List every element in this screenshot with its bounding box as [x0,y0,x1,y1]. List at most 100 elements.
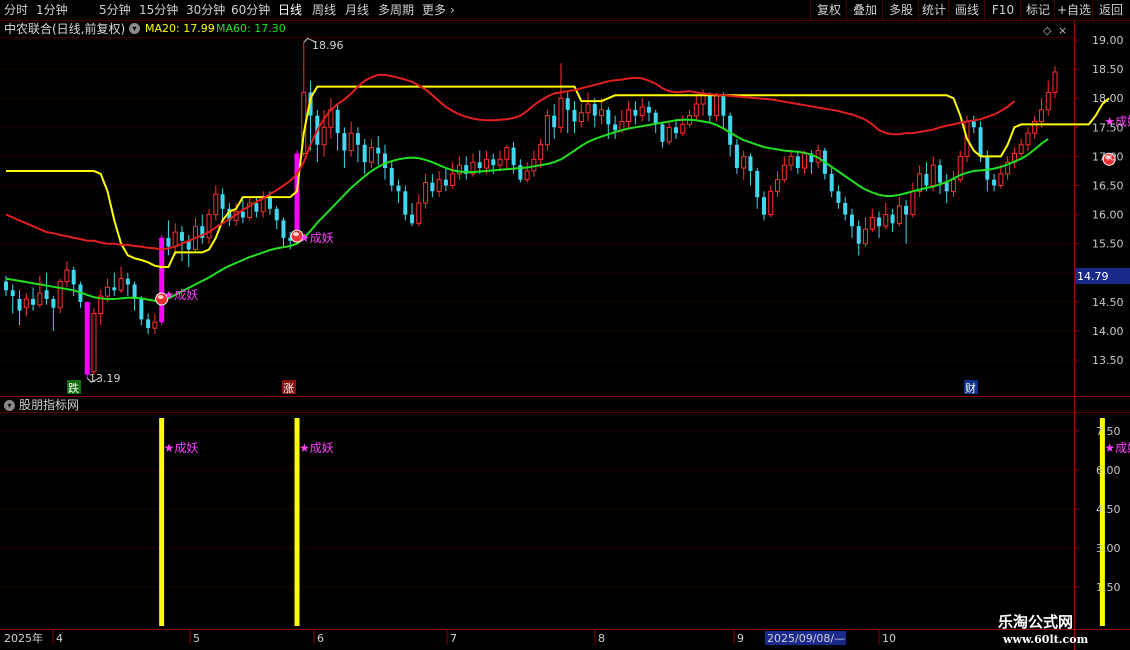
candle-body-up [23,298,29,309]
candle-body-up [1045,91,1051,111]
ind-y-tick-label: 1.50 [1096,581,1121,594]
candle-body-up [524,170,530,181]
ind-y-tick-label: 7.50 [1096,425,1121,438]
candle-body-up [700,94,706,105]
candle-body [477,162,482,169]
diamond-icon[interactable]: ◇ [1043,24,1052,37]
candle-body-up [152,321,158,329]
candle-body-up [558,97,564,128]
ind-y-tick-label: 6.00 [1096,464,1121,477]
candle-body-up [105,286,111,297]
candle-body [335,109,340,134]
indicator-signal-label: ★成妖 [1104,441,1130,455]
x-tick-label: 8 [598,632,605,645]
candle-body-up [538,144,544,160]
current-price: 14.79 [1077,270,1109,283]
candle-body-up [450,173,456,187]
candle-body-up [91,313,97,373]
ma-line-ma60 [5,73,1016,251]
candle-body-up [950,179,956,192]
x-tick-label: 4 [56,632,63,645]
y-tick-label: 15.50 [1092,238,1124,251]
x-tick-label: 6 [317,632,324,645]
candle-body [443,179,448,186]
candle-body [674,127,679,134]
watermark-title: 乐淘公式网 [998,613,1074,631]
candle-body-up [781,164,787,181]
tag-fall[interactable]: 跌 [68,381,79,395]
candle-body-up [484,158,490,169]
candle-body-up [64,269,70,283]
candle-body-up [1038,109,1044,122]
candle-body [267,197,272,209]
candle-body [565,98,570,110]
candle-body [362,144,367,163]
candle-body [125,278,130,285]
candle-body-up [423,182,429,204]
candle-body [606,109,611,125]
candle-body [166,237,171,247]
candle-body-up [368,147,374,163]
candle-body-up [775,179,781,192]
candle-body [721,95,726,116]
candle-body [430,182,435,192]
candle-body [254,202,259,212]
candle-body-up [57,281,63,309]
y-tick-label: 14.00 [1092,325,1124,338]
low-price-label: 13.19 [89,372,121,385]
candle-body [31,298,36,305]
tag-finance[interactable]: 财 [965,381,976,395]
candle-body-up [118,278,124,291]
candle-body [978,127,983,157]
candle-body [220,194,225,209]
candle-body-up [599,109,605,117]
x-tick-label: 2025/09/08/— [767,632,845,645]
high-price-label: 18.96 [312,39,344,52]
candle-body [613,124,618,131]
candle-body-up [883,214,889,227]
candle-body-up [497,158,503,166]
candle-body [71,269,76,285]
candle-body [761,197,766,215]
candle-body-up [666,126,672,143]
candle-body-up [680,123,686,134]
candle-body-up [578,112,584,122]
candle-body-up [348,132,354,152]
candle-body-up [863,228,869,245]
candle-body-up [1032,120,1038,134]
candle-body-up [714,94,720,117]
candle-body [944,182,949,192]
candle-body [992,179,997,186]
signal-label: ★成妖 [164,288,199,302]
candle-body-up [788,155,794,166]
candle-body [4,281,8,291]
candle-body [294,153,300,241]
candle-body-up [910,190,916,216]
candle-body [890,214,895,224]
candle-body-up [1052,71,1058,93]
candle-body [491,159,496,166]
candle-body-up [626,109,632,122]
watermark-url: www.60lt.com [1003,633,1089,646]
candle-body [51,298,56,308]
close-x-icon[interactable]: × [1058,24,1067,37]
y-tick-label: 18.50 [1092,63,1124,76]
candle-body [410,214,415,224]
candle-body [179,232,184,241]
candle-body [240,211,245,218]
indicator-plot: ★成妖 ★成妖 ★成妖 [159,418,1130,626]
candle-body [795,156,800,169]
candle-body [342,133,347,151]
ind-y-tick-label: 3.00 [1096,542,1121,555]
candle-body-up [768,190,774,216]
y-tick-label: 17.50 [1092,121,1124,134]
candle-body-up [436,179,442,192]
ma-line-ma20 [6,85,1110,268]
candle-body [511,147,516,166]
candle-body [396,185,401,192]
candle-body [389,168,394,186]
y-tick-label: 16.50 [1092,180,1124,193]
tag-rise[interactable]: 涨 [283,382,294,395]
stock-chart[interactable]: ★成妖 ★成妖 ★成妖 ★成妖 ★成妖 ★成妖 19.00 18.50 18.00 17.50… [0,0,1130,650]
candle-body [748,156,753,171]
